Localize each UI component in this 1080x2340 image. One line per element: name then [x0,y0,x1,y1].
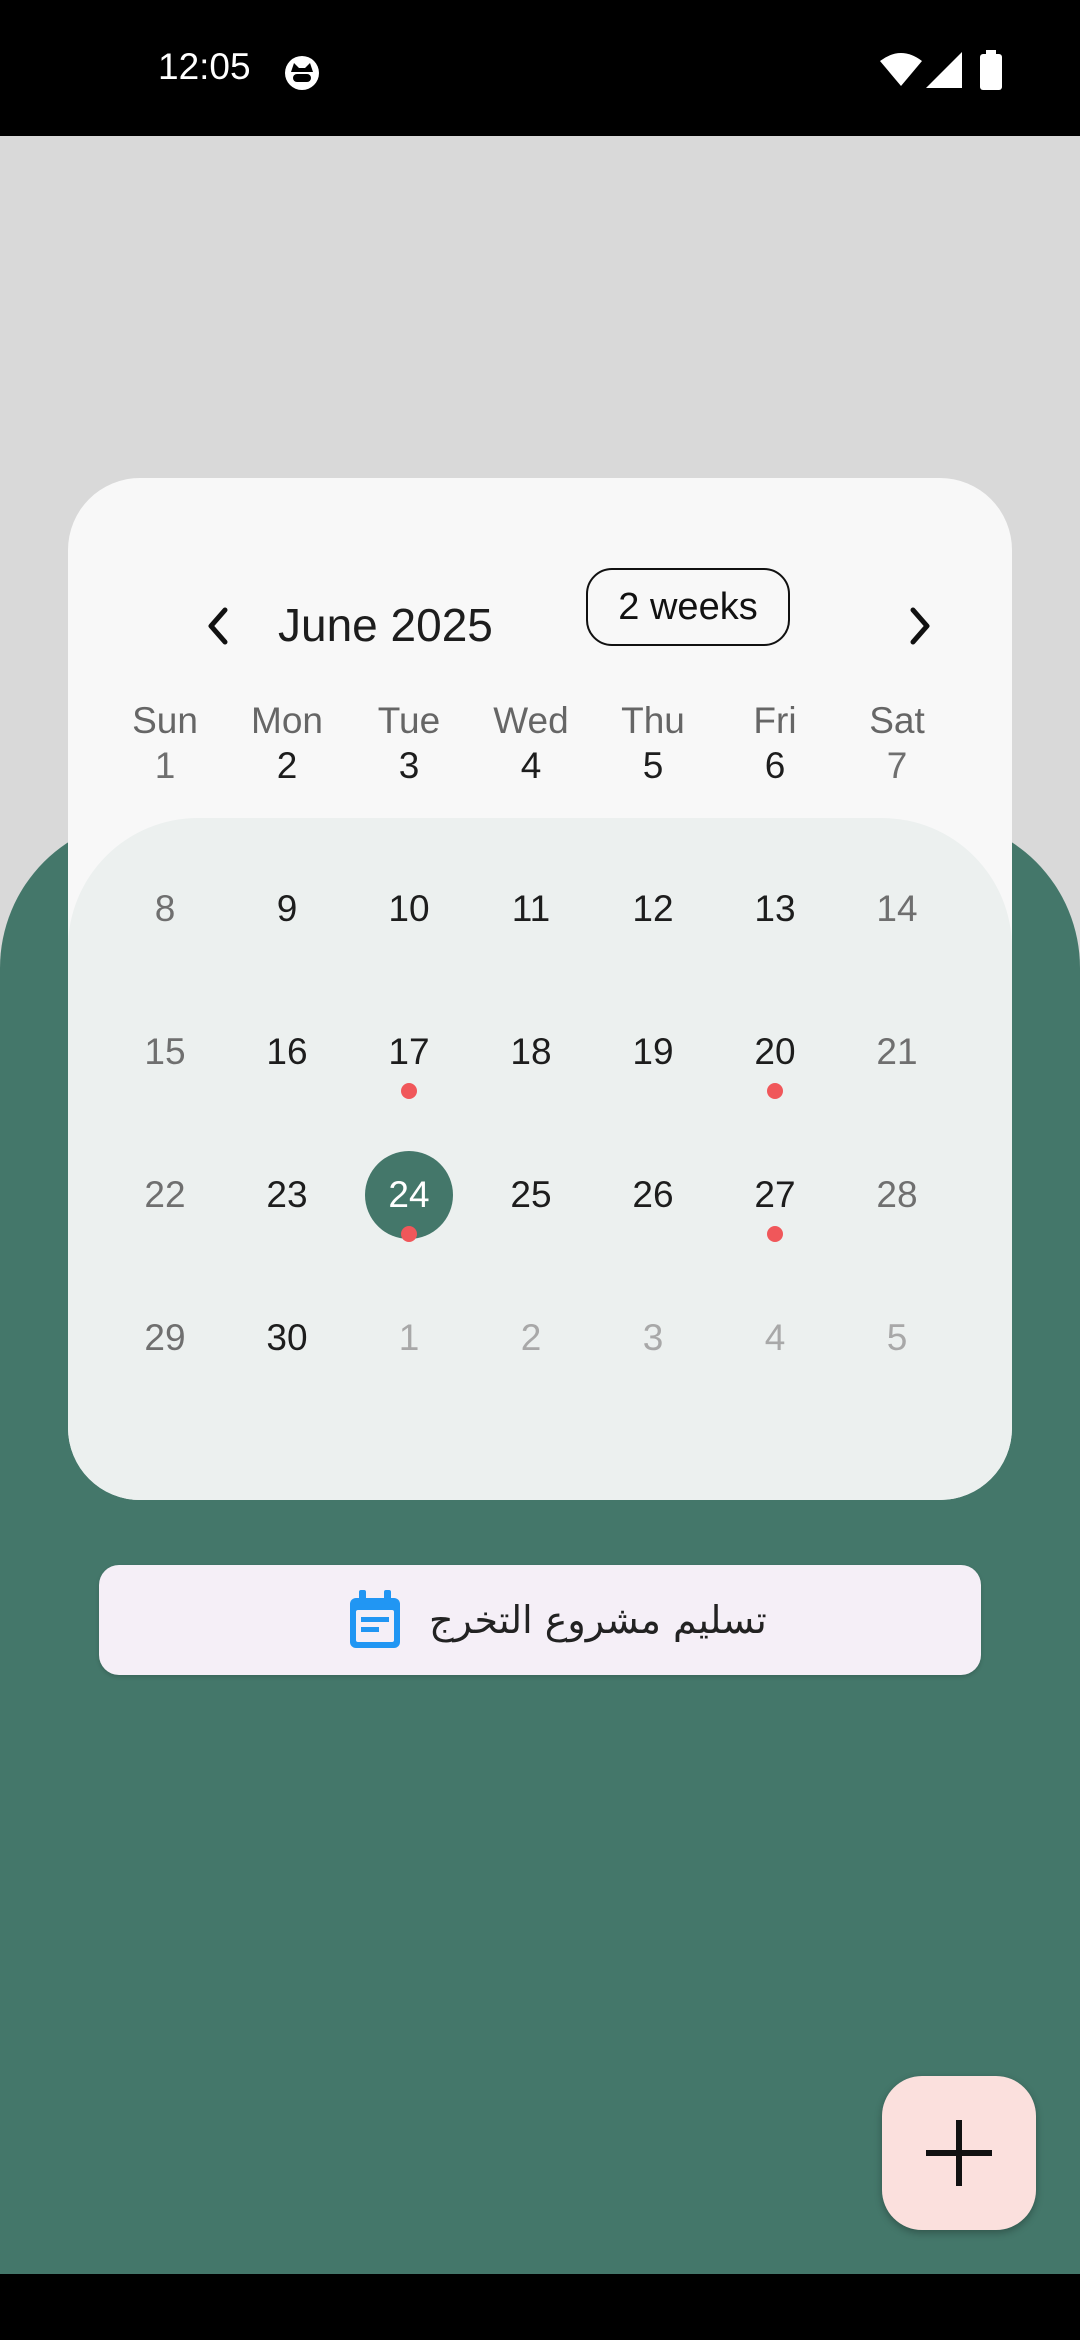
calendar-day[interactable]: 10 [348,848,470,970]
calendar-day[interactable]: 1 [348,1277,470,1399]
calendar-day[interactable]: 20 [714,991,836,1113]
calendar-day-number: 4 [520,745,542,786]
calendar-day-number: 2 [276,745,298,786]
calendar-day[interactable]: 14 [836,848,958,970]
event-marker-dot [401,1226,417,1242]
calendar-day-number: 1 [154,745,176,786]
calendar-day[interactable]: 9 [226,848,348,970]
calendar-day[interactable]: 27 [714,1134,836,1256]
calendar-day-number: 19 [632,1031,674,1072]
calendar-day-number: 26 [632,1174,674,1215]
calendar-day-number: 18 [510,1031,552,1072]
previous-month-button[interactable] [176,584,260,668]
calendar-day-number: 8 [154,888,176,929]
navigation-bar [0,2274,1080,2340]
add-event-button[interactable] [882,2076,1036,2230]
chevron-left-icon [208,607,228,645]
event-list-item[interactable]: تسليم مشروع التخرج [99,1565,981,1675]
calendar-day-number: 16 [266,1031,308,1072]
calendar-day[interactable]: 23 [226,1134,348,1256]
calendar-day-number: 20 [754,1031,796,1072]
calendar-day-number: 17 [388,1031,430,1072]
event-marker-dot [767,1226,783,1242]
plus-icon [926,2120,992,2186]
calendar-day[interactable]: 6 [714,705,836,827]
calendar-day[interactable]: 17 [348,991,470,1113]
wifi-icon [880,53,922,86]
calendar-day-number: 23 [266,1174,308,1215]
calendar-day-number: 3 [398,745,420,786]
calendar-day-number: 24 [388,1174,430,1215]
calendar-day-number: 4 [764,1317,786,1358]
calendar-day[interactable]: 24 [348,1134,470,1256]
calendar-format-button[interactable]: 2 weeks [586,568,790,646]
calendar-day[interactable]: 21 [836,991,958,1113]
calendar-day[interactable]: 18 [470,991,592,1113]
calendar-day[interactable]: 5 [592,705,714,827]
calendar-day[interactable]: 7 [836,705,958,827]
chevron-right-icon [910,607,930,645]
calendar-day-number: 11 [511,888,551,929]
calendar-day-number: 1 [398,1317,420,1358]
calendar-day-number: 13 [754,888,796,929]
event-marker-dot [767,1083,783,1099]
calendar-day[interactable]: 28 [836,1134,958,1256]
calendar-day-number: 9 [276,888,298,929]
calendar-card: June 2025 2 weeks Sun Mon Tue Wed Thu Fr… [68,478,1012,1500]
calendar-day[interactable]: 8 [104,848,226,970]
calendar-day-number: 14 [876,888,918,929]
calendar-day-number: 29 [144,1317,186,1358]
calendar-day[interactable]: 19 [592,991,714,1113]
calendar-day[interactable]: 30 [226,1277,348,1399]
calendar-day-number: 5 [642,745,664,786]
calendar-day[interactable]: 1 [104,705,226,827]
calendar-day[interactable]: 29 [104,1277,226,1399]
signal-icon [926,52,962,88]
calendar-day-number: 15 [144,1031,186,1072]
calendar-event-icon [350,1590,400,1648]
calendar-day[interactable]: 2 [470,1277,592,1399]
calendar-day[interactable]: 26 [592,1134,714,1256]
calendar-day[interactable]: 16 [226,991,348,1113]
calendar-day-number: 7 [886,745,908,786]
calendar-day[interactable]: 3 [348,705,470,827]
event-marker-dot [401,1083,417,1099]
calendar-day-number: 25 [510,1174,552,1215]
calendar-day-number: 5 [886,1317,908,1358]
calendar-day[interactable]: 25 [470,1134,592,1256]
event-title: تسليم مشروع التخرج [429,1598,767,1642]
calendar-day-number: 10 [388,888,430,929]
calendar-day[interactable]: 12 [592,848,714,970]
status-time: 12:05 [158,46,251,87]
cat-notification-icon [285,56,319,90]
calendar-day-number: 12 [632,888,674,929]
calendar-day-number: 21 [876,1031,918,1072]
battery-icon [980,50,1002,90]
calendar-day[interactable]: 5 [836,1277,958,1399]
calendar-day-number: 27 [754,1174,796,1215]
calendar-day[interactable]: 11 [470,848,592,970]
calendar-day-number: 22 [144,1174,186,1215]
next-month-button[interactable] [878,584,962,668]
calendar-day-number: 3 [642,1317,664,1358]
calendar-day[interactable]: 4 [470,705,592,827]
calendar-day[interactable]: 15 [104,991,226,1113]
status-bar: 12:05 [0,0,1080,136]
calendar-day-number: 30 [266,1317,308,1358]
calendar-day[interactable]: 4 [714,1277,836,1399]
calendar-day[interactable]: 22 [104,1134,226,1256]
calendar-day-number: 28 [876,1174,918,1215]
calendar-day[interactable]: 3 [592,1277,714,1399]
calendar-day-number: 6 [764,745,786,786]
calendar-day[interactable]: 2 [226,705,348,827]
calendar-day[interactable]: 13 [714,848,836,970]
calendar-day-number: 2 [520,1317,542,1358]
